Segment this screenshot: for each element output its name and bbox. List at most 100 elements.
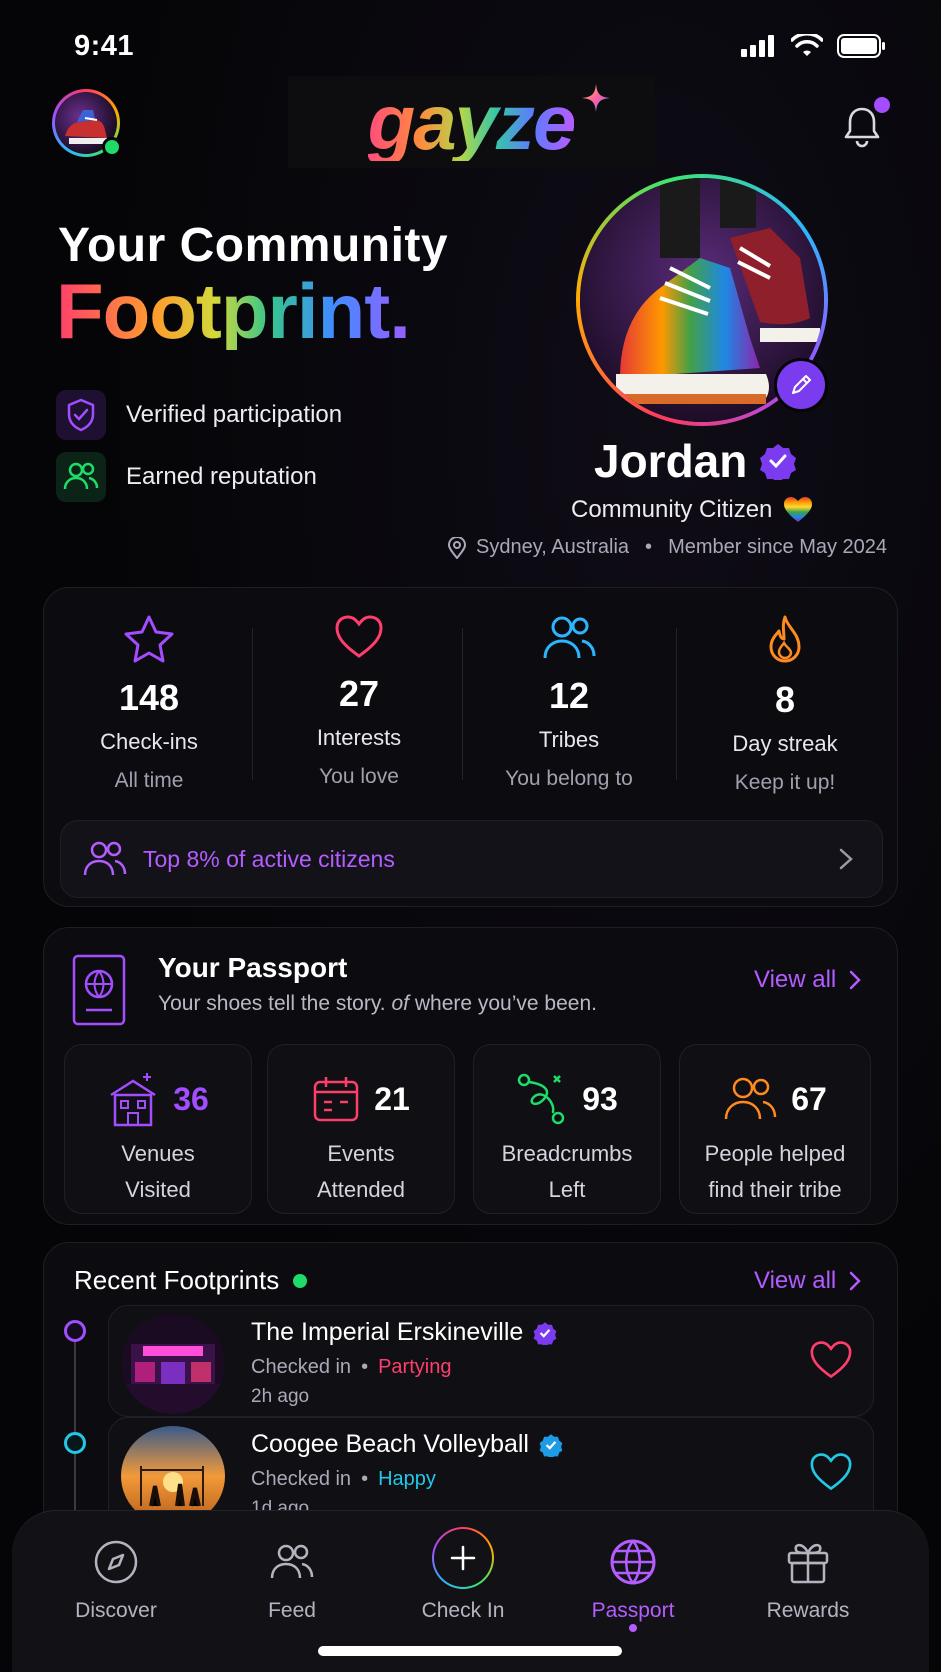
mood-tag: Partying [378,1356,452,1378]
passport-subtitle-a: Your shoes tell the story. [158,992,386,1015]
stat-value: 27 [338,673,380,714]
stats-card: 148 Check-ins All time 27 Interests You … [43,587,898,907]
people-helped-label-2: find their tribe [708,1177,842,1202]
verified-badge-icon [760,444,797,480]
recent-view-all-link[interactable]: View all [754,1267,862,1295]
profile-role: Community Citizen [571,496,773,523]
status-separator: • [361,1468,369,1490]
stat-interests: 27 Interests You love [254,614,464,789]
notifications-button[interactable] [842,97,890,154]
feature-label: Verified participation [126,401,343,428]
location-pin-icon [448,536,466,559]
profile-meta: Sydney, Australia • Member since May 202… [448,536,887,559]
active-tab-indicator [629,1624,637,1632]
home-indicator [318,1646,622,1656]
status-icons [741,34,887,58]
users-icon [724,1077,777,1120]
passport-events[interactable]: 21 Events Attended [267,1044,455,1214]
pencil-icon [792,375,811,394]
status-time: 9:41 [74,30,135,62]
users-icon [270,1544,314,1579]
stat-sub: All time [114,769,184,792]
footprint-title-row: The Imperial Erskineville [251,1318,557,1347]
passport-breadcrumbs[interactable]: 93 Breadcrumbs Left [473,1044,661,1214]
notification-badge [874,97,890,113]
stat-tribes: 12 Tribes You belong to [464,614,674,791]
flame-icon [769,615,801,663]
chevron-right-icon [839,848,853,870]
breadcrumbs-label-2: Left [548,1177,586,1202]
venues-count: 36 [173,1080,209,1117]
edit-photo-button[interactable] [774,358,828,412]
breadcrumbs-label-1: Breadcrumbs [501,1141,633,1166]
nav-passport[interactable]: Passport [563,1535,703,1623]
stat-streak: 8 Day streak Keep it up! [680,614,890,795]
checkin-action: Checked in [251,1468,352,1490]
footprint-item[interactable]: The Imperial Erskineville Checked in • P… [108,1305,874,1417]
passport-venues[interactable]: 36 Venues Visited [64,1044,252,1214]
venue-name: The Imperial Erskineville [251,1318,524,1346]
app-logo: gayze [288,76,654,168]
stat-value: 8 [774,679,796,720]
nav-label: Discover [75,1599,157,1622]
nav-label: Check In [421,1599,505,1622]
nav-label: Passport [591,1599,675,1622]
passport-subtitle: Your shoes tell the story. of where you’… [158,992,597,1016]
chevron-right-icon [850,970,862,990]
nav-feed[interactable]: Feed [222,1535,362,1623]
profile-role-row: Community Citizen [571,496,813,524]
checkin-time: 2h ago [251,1386,310,1407]
gift-icon [787,1543,829,1584]
stat-label: Day streak [732,731,838,756]
heart-icon[interactable] [809,1452,853,1492]
timeline-dot [64,1320,86,1342]
passport-subtitle-em: of [391,992,409,1015]
profile-name: Jordan [594,435,748,487]
compass-icon [94,1540,138,1584]
nav-discover[interactable]: Discover [46,1535,186,1623]
passport-icon [72,954,126,1026]
status-separator: • [361,1356,369,1378]
venue-name: Coogee Beach Volleyball [251,1430,529,1458]
stat-label: Interests [316,725,402,750]
check-in-button [432,1527,494,1589]
passport-view-all-link[interactable]: View all [754,966,862,994]
plus-icon [450,1545,476,1571]
stat-value: 12 [548,675,590,716]
breadcrumbs-count: 93 [582,1080,618,1117]
nav-rewards[interactable]: Rewards [738,1535,878,1623]
shield-check-icon [56,390,106,440]
passport-people-helped[interactable]: 67 People helped find their tribe [679,1044,871,1214]
status-bar: 9:41 [0,28,941,68]
events-label-1: Events [327,1141,395,1166]
divider [462,628,463,780]
profile-member-since: Member since May 2024 [668,536,888,558]
view-all-label: View all [754,1267,837,1294]
user-avatar-button[interactable] [52,89,122,157]
logo-text: gayze [367,78,577,166]
meta-separator: • [645,536,653,558]
sparkle-icon [582,84,610,112]
nav-label: Feed [268,1599,316,1622]
people-helped-count: 67 [791,1080,827,1117]
star-icon [124,615,174,663]
rainbow-heart-icon [784,497,813,522]
rank-text: Top 8% of active citizens [143,845,395,872]
rank-banner[interactable]: Top 8% of active citizens [60,820,883,898]
recent-title-row: Recent Footprints [74,1265,308,1296]
feature-verified: Verified participation [56,390,342,440]
hero-highlight: Footprint. [56,267,411,355]
signal-icon [741,35,774,57]
stat-checkins: 148 Check-ins All time [44,614,254,793]
passport-subtitle-b: where you’ve been. [414,992,597,1015]
view-all-label: View all [754,966,837,993]
verified-badge-icon [533,1321,557,1345]
stat-label: Tribes [538,727,600,752]
feature-label: Earned reputation [126,463,317,490]
mood-tag: Happy [378,1468,436,1490]
calendar-icon [313,1077,359,1122]
feature-reputation: Earned reputation [56,452,317,502]
heart-icon[interactable] [809,1340,853,1380]
nav-check-in[interactable]: Check In [393,1527,533,1623]
nav-label: Rewards [766,1599,850,1622]
